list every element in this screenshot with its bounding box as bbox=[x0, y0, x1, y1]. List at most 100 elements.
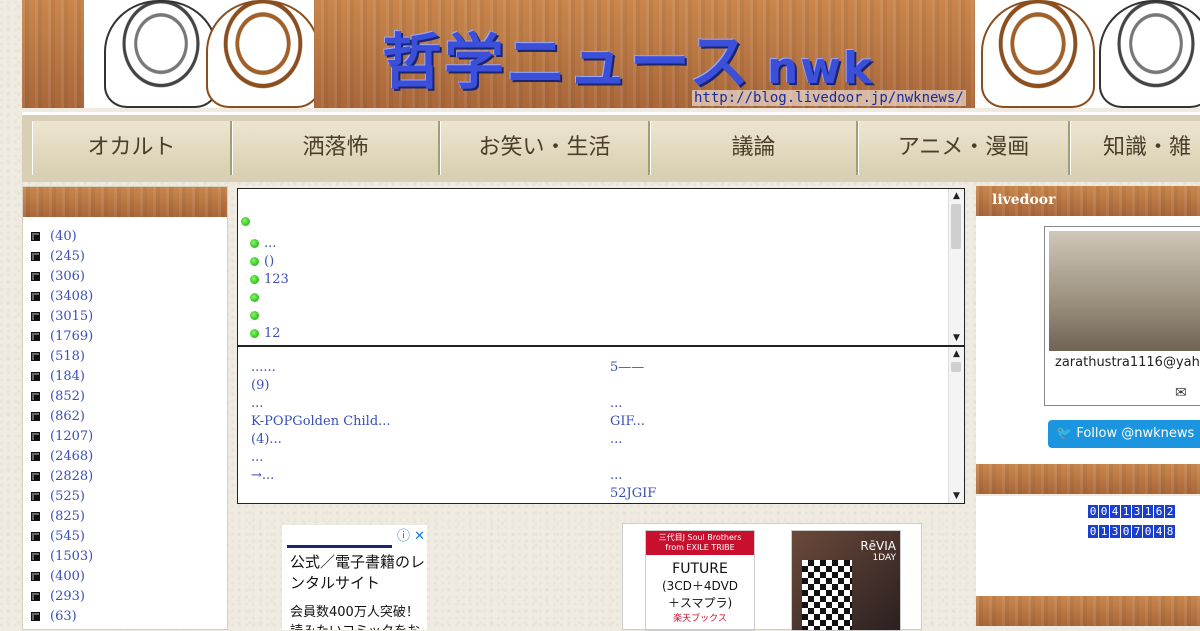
bullet-icon bbox=[31, 472, 40, 481]
nav-item-anime[interactable]: アニメ・漫画 bbox=[858, 121, 1070, 175]
scroll-down-icon[interactable]: ▼ bbox=[949, 331, 964, 345]
feed-item[interactable]: () bbox=[250, 253, 289, 271]
category-item[interactable]: (862) bbox=[31, 407, 227, 427]
ad-banner[interactable]: ⓘ ✕ 公式／電子書籍のレンタルサイト 会員数400万人突破！読みたいコミックを… bbox=[282, 525, 427, 630]
twitter-bird-icon: 🐦 bbox=[1056, 426, 1073, 441]
nav-item-giron[interactable]: 議論 bbox=[650, 121, 858, 175]
feed-item[interactable] bbox=[250, 307, 289, 325]
category-count: (245) bbox=[50, 249, 85, 264]
category-list: (40) (245) (306) (3408) (3015) (1769) (518) (18… bbox=[23, 227, 227, 627]
site-url[interactable]: http://blog.livedoor.jp/nwknews/ bbox=[692, 90, 966, 106]
site-title[interactable]: 哲学ニュース nwk bbox=[382, 14, 874, 101]
category-item[interactable]: (3408) bbox=[31, 287, 227, 307]
link-item[interactable]: (9) bbox=[251, 377, 391, 395]
link-item[interactable]: ... bbox=[610, 467, 656, 485]
scroll-down-icon[interactable]: ▼ bbox=[949, 489, 964, 503]
product-item-future[interactable]: 三代目J Soul Brothers from EXILE TRIBE FUTU… bbox=[645, 530, 755, 631]
nav-item-occult[interactable]: オカルト bbox=[32, 121, 232, 175]
counter-digit: 7 bbox=[1132, 525, 1142, 538]
category-item[interactable]: (1503) bbox=[31, 547, 227, 567]
nav-item-chishiki[interactable]: 知識・雑 bbox=[1070, 121, 1200, 175]
counter-digit: 3 bbox=[1110, 525, 1120, 538]
scroll-up-icon[interactable]: ▲ bbox=[949, 347, 964, 361]
counter-header bbox=[976, 464, 1200, 494]
scroll-thumb[interactable] bbox=[951, 362, 961, 372]
nav-item-sharekowa[interactable]: 洒落怖 bbox=[232, 121, 440, 175]
link-item[interactable] bbox=[610, 377, 656, 395]
link-item[interactable]: ... bbox=[610, 431, 656, 449]
category-item[interactable]: (2468) bbox=[31, 447, 227, 467]
link-item[interactable] bbox=[610, 449, 656, 467]
counter-digit: 2 bbox=[1165, 505, 1175, 518]
nav-item-owarai[interactable]: お笑い・生活 bbox=[440, 121, 650, 175]
info-icon[interactable]: ⓘ bbox=[397, 529, 410, 544]
kitten-avatar bbox=[1049, 231, 1200, 351]
link-item[interactable]: ... bbox=[251, 449, 391, 467]
model-image bbox=[802, 560, 852, 630]
site-title-suffix: nwk bbox=[767, 43, 875, 94]
category-item[interactable]: (3015) bbox=[31, 307, 227, 327]
counter-digit: 0 bbox=[1099, 505, 1109, 518]
link-item[interactable]: (4)... bbox=[251, 431, 391, 449]
category-item[interactable]: (2828) bbox=[31, 467, 227, 487]
category-item[interactable]: (63) bbox=[31, 607, 227, 627]
bullet-icon bbox=[31, 452, 40, 461]
link-item[interactable]: ...... bbox=[251, 359, 391, 377]
scroll-up-icon[interactable]: ▲ bbox=[949, 189, 964, 203]
category-item[interactable]: (852) bbox=[31, 387, 227, 407]
scroll-thumb[interactable] bbox=[951, 204, 961, 249]
counter-digit: 4 bbox=[1154, 525, 1164, 538]
follow-label: Follow @nwknews bbox=[1076, 426, 1195, 441]
bullet-icon bbox=[31, 552, 40, 561]
category-count: (1503) bbox=[50, 549, 94, 564]
category-item[interactable]: (400) bbox=[31, 567, 227, 587]
feed-box: ... () 123 12 ▲ ▼ bbox=[237, 188, 965, 346]
left-sidebar: (40) (245) (306) (3408) (3015) (1769) (518) (18… bbox=[22, 186, 228, 630]
category-item[interactable]: (245) bbox=[31, 247, 227, 267]
links-column-left: ...... (9)... K-POPGolden Child... (4).....… bbox=[251, 359, 391, 485]
access-counter: 00413162 01307048 bbox=[976, 496, 1200, 596]
category-count: (400) bbox=[50, 569, 85, 584]
close-icon[interactable]: ✕ bbox=[414, 529, 425, 544]
category-item[interactable]: (1207) bbox=[31, 427, 227, 447]
links-scrollbar[interactable]: ▲ ▼ bbox=[948, 347, 964, 503]
counter-digit: 1 bbox=[1099, 525, 1109, 538]
counter-total: 00413162 bbox=[1088, 504, 1176, 519]
category-count: (306) bbox=[50, 269, 85, 284]
bullet-icon bbox=[31, 372, 40, 381]
twitter-follow-button[interactable]: 🐦 Follow @nwknews bbox=[1048, 420, 1200, 448]
feed-item[interactable] bbox=[250, 289, 289, 307]
profile-card: zarathustra1116@yahoo.c ✉ bbox=[1044, 226, 1200, 406]
feed-item[interactable]: ... bbox=[250, 235, 289, 253]
link-item[interactable]: K-POPGolden Child... bbox=[251, 413, 391, 431]
link-item[interactable]: ... bbox=[610, 395, 656, 413]
link-item[interactable]: GIF... bbox=[610, 413, 656, 431]
bullet-icon bbox=[31, 412, 40, 421]
product-sub2: ＋スマプラ) bbox=[667, 596, 733, 610]
category-item[interactable]: (40) bbox=[31, 227, 227, 247]
link-item[interactable]: 52JGIF bbox=[610, 485, 656, 503]
category-item[interactable]: (518) bbox=[31, 347, 227, 367]
link-item[interactable]: 5—— bbox=[610, 359, 656, 377]
category-item[interactable]: (1769) bbox=[31, 327, 227, 347]
link-item[interactable]: ... bbox=[251, 395, 391, 413]
category-count: (293) bbox=[50, 589, 85, 604]
category-item[interactable]: (825) bbox=[31, 507, 227, 527]
feed-item-text: 12 bbox=[264, 326, 281, 341]
category-count: (852) bbox=[50, 389, 85, 404]
category-item[interactable]: (306) bbox=[31, 267, 227, 287]
category-item[interactable]: (525) bbox=[31, 487, 227, 507]
category-item[interactable]: (545) bbox=[31, 527, 227, 547]
link-item[interactable]: →... bbox=[251, 467, 391, 485]
feed-scrollbar[interactable]: ▲ ▼ bbox=[948, 189, 964, 345]
green-dot-icon bbox=[250, 293, 259, 302]
category-count: (1207) bbox=[50, 429, 94, 444]
green-dot-icon bbox=[250, 257, 259, 266]
feed-item[interactable]: 12 bbox=[250, 325, 289, 343]
feed-item[interactable]: 123 bbox=[250, 271, 289, 289]
category-item[interactable]: (293) bbox=[31, 587, 227, 607]
profile-email[interactable]: zarathustra1116@yahoo.c bbox=[1055, 355, 1200, 370]
mail-icon[interactable]: ✉ bbox=[1175, 385, 1187, 401]
category-item[interactable]: (184) bbox=[31, 367, 227, 387]
product-item-revia[interactable]: RēVIA 1DAY bbox=[791, 530, 901, 631]
